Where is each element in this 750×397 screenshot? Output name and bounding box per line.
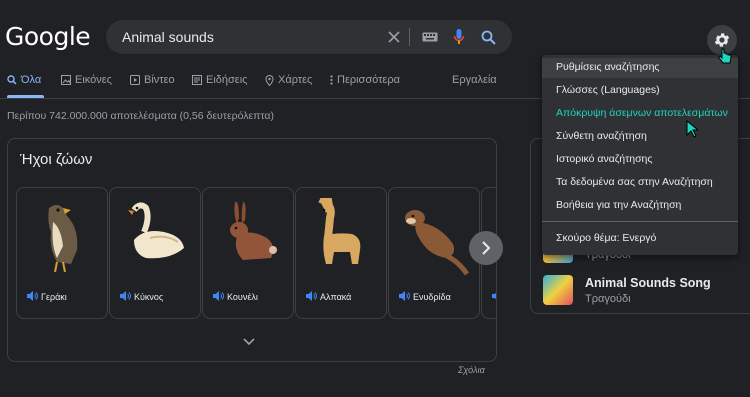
song-subtitle: Τραγούδι — [585, 293, 631, 305]
feedback-link[interactable]: Σχόλια — [458, 365, 485, 375]
speaker-icon[interactable] — [26, 290, 38, 302]
tab-label: Περισσότερα — [337, 74, 400, 86]
play-icon — [130, 75, 140, 85]
menu-item-search-help[interactable]: Βοήθεια για την Αναζήτηση — [556, 199, 681, 211]
menu-item-hide-explicit[interactable]: Απόκρυψη άσεμνων αποτελεσμάτων — [556, 107, 728, 119]
card-title: Ήχοι ζώων — [20, 151, 93, 168]
animal-label: Ενυδρίδα — [413, 292, 451, 302]
song-title[interactable]: Animal Sounds Song — [585, 276, 711, 290]
tab-videos[interactable]: Βίντεο — [130, 74, 175, 86]
keyboard-icon[interactable] — [420, 27, 440, 47]
news-icon — [192, 75, 202, 85]
rabbit-illustration — [230, 201, 277, 260]
speaker-icon[interactable] — [398, 290, 410, 302]
search-tabs: Όλα Εικόνες Βίντεο Ειδήσεις Χάρτες Περισ… — [0, 74, 520, 98]
animal-tile-alpaca[interactable]: Αλπακά — [295, 187, 387, 319]
tab-images[interactable]: Εικόνες — [61, 74, 112, 86]
menu-item-search-settings[interactable]: Ρυθμίσεις αναζήτησης — [556, 61, 659, 73]
animal-sounds-card: Ήχοι ζώων Γεράκι Κύκνος Κουνέλι Αλπακά Ε… — [7, 138, 503, 362]
image-icon — [61, 75, 71, 85]
map-pin-icon — [265, 74, 274, 86]
tab-maps[interactable]: Χάρτες — [265, 74, 312, 86]
animal-label: Αλπακά — [320, 292, 352, 302]
search-icon[interactable] — [478, 27, 498, 47]
tab-more[interactable]: Περισσότερα — [330, 74, 400, 86]
animal-label: Γεράκι — [41, 292, 67, 302]
menu-item-dark-theme[interactable]: Σκούρο θέμα: Ενεργό — [556, 232, 656, 244]
speaker-icon[interactable] — [491, 290, 496, 302]
speaker-icon[interactable] — [212, 290, 224, 302]
chevron-down-icon — [243, 338, 255, 346]
animal-label: Κουνέλι — [227, 292, 258, 302]
chevron-right-icon — [482, 241, 491, 255]
more-dots-icon — [330, 75, 333, 85]
search-bar[interactable]: Animal sounds — [106, 20, 512, 54]
tab-label: Χάρτες — [278, 74, 313, 86]
tools-label: Εργαλεία — [452, 74, 497, 86]
animal-tile-hawk[interactable]: Γεράκι — [16, 187, 108, 319]
speaker-icon[interactable] — [305, 290, 317, 302]
tools-button[interactable]: Εργαλεία — [452, 74, 497, 86]
carousel-next-button[interactable] — [469, 231, 503, 265]
tab-label: Βίντεο — [144, 74, 175, 86]
swan-illustration — [128, 202, 184, 259]
animal-tile-otter[interactable]: Ενυδρίδα — [388, 187, 480, 319]
alpaca-illustration — [318, 198, 361, 264]
clear-icon[interactable] — [384, 27, 404, 47]
menu-item-advanced-search[interactable]: Σύνθετη αναζήτηση — [556, 130, 647, 142]
tab-label: Όλα — [21, 74, 42, 86]
tab-label: Ειδήσεις — [206, 74, 248, 86]
tab-all[interactable]: Όλα — [7, 74, 41, 86]
results-count: Περίπου 742.000.000 αποτελέσματα (0,56 δ… — [7, 110, 274, 122]
settings-menu: Ρυθμίσεις αναζήτησης Γλώσσες (Languages)… — [542, 55, 738, 255]
menu-item-languages[interactable]: Γλώσσες (Languages) — [556, 84, 660, 96]
menu-divider — [542, 221, 738, 222]
menu-item-search-history[interactable]: Ιστορικό αναζήτησης — [556, 153, 652, 165]
speaker-icon[interactable] — [119, 290, 131, 302]
animal-tile-swan[interactable]: Κύκνος — [109, 187, 201, 319]
otter-illustration — [405, 210, 469, 276]
hawk-illustration — [48, 205, 78, 273]
tab-news[interactable]: Ειδήσεις — [192, 74, 247, 86]
menu-item-your-data[interactable]: Τα δεδομένα σας στην Αναζήτηση — [556, 176, 713, 188]
hand-cursor-icon — [717, 48, 732, 64]
arrow-cursor-icon — [686, 120, 698, 138]
search-icon — [7, 75, 17, 85]
google-logo[interactable]: Google — [5, 22, 91, 51]
animal-tile-rabbit[interactable]: Κουνέλι — [202, 187, 294, 319]
search-input[interactable]: Animal sounds — [122, 29, 214, 45]
expand-button[interactable] — [243, 335, 255, 349]
song-thumbnail[interactable] — [543, 275, 573, 305]
animal-label: Κύκνος — [134, 292, 164, 302]
microphone-icon[interactable] — [449, 27, 469, 47]
search-divider — [409, 28, 410, 46]
tab-label: Εικόνες — [75, 74, 112, 86]
